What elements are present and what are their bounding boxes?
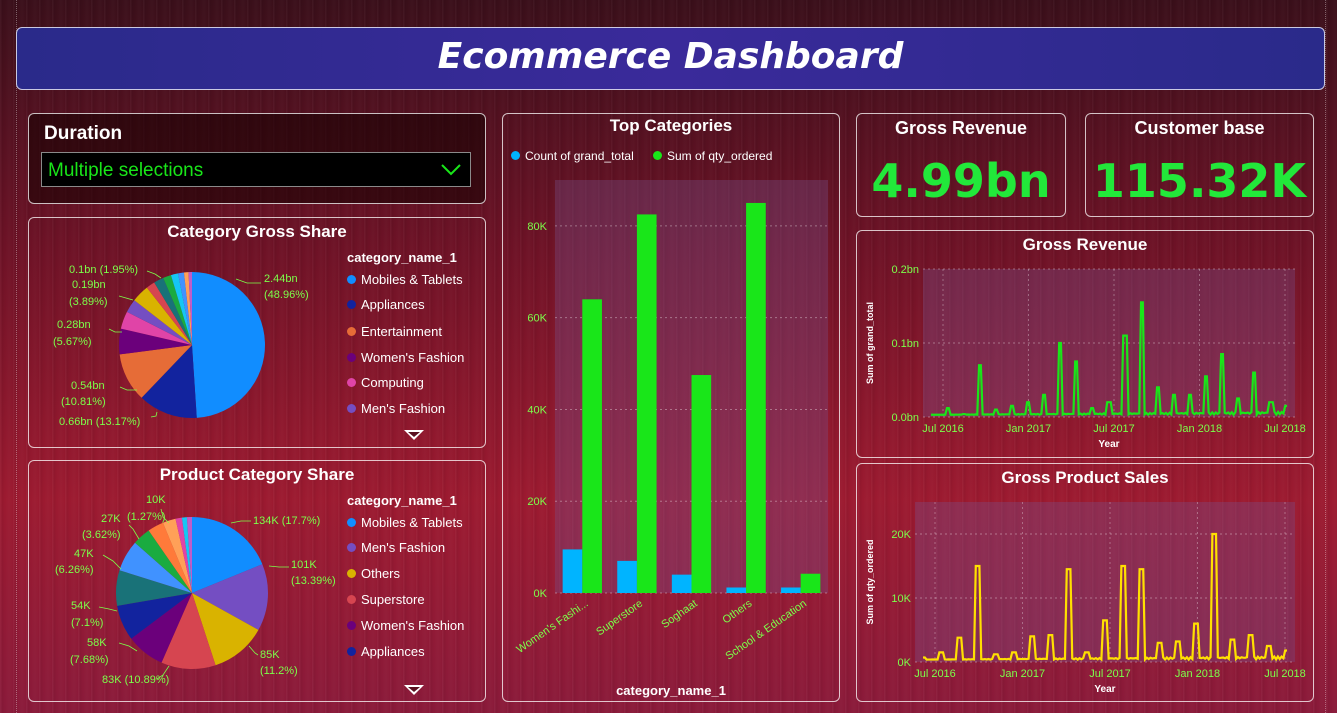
legend-item-computing[interactable]: Computing: [347, 375, 424, 390]
line-y-tick: 0.1bn: [891, 338, 919, 350]
legend2-scroll-down-icon[interactable]: [403, 684, 425, 696]
line-y-axis-label: Sum of grand_total: [865, 302, 875, 384]
bar-sum-qty-ordered[interactable]: [746, 202, 766, 593]
bar-y-tick: 0K: [534, 588, 548, 600]
bar-count-grand-total[interactable]: [781, 587, 801, 593]
duration-dropdown-value: Multiple selections: [48, 160, 204, 181]
gross-revenue-card-label: Gross Revenue: [894, 118, 1028, 138]
legend2-item-others[interactable]: Others: [347, 566, 400, 581]
gross-revenue-card: Gross Revenue 4.99bn: [856, 113, 1066, 217]
top-categories-panel: Top Categories Count of grand_total Sum …: [502, 113, 840, 702]
bar-y-tick: 80K: [527, 221, 547, 233]
line-x-tick: Jan 2017: [1006, 423, 1051, 435]
line-x-tick: Jul 2017: [1089, 668, 1131, 680]
bar-y-tick: 40K: [527, 404, 547, 416]
legend2-item-mobiles-tablets[interactable]: Mobiles & Tablets: [347, 515, 463, 530]
bar-x-tick: Superstore: [594, 598, 645, 639]
line-x-tick: Jul 2017: [1093, 423, 1135, 435]
line-y-tick: 10K: [891, 593, 911, 605]
bar-y-tick: 60K: [527, 313, 547, 325]
category-gross-share-panel: Category Gross Share 2.44bn (48.96%) 0.6…: [28, 217, 486, 448]
bar-sum-qty-ordered[interactable]: [800, 573, 821, 593]
product-category-share-panel: Product Category Share 134K (17.7%) 101K…: [28, 460, 486, 702]
line-x-axis-label: Year: [1094, 684, 1115, 695]
legend-item-mens-fashion[interactable]: Men's Fashion: [347, 401, 445, 416]
customer-base-card-value: 115.32K: [1092, 154, 1307, 208]
gross-revenue-line-chart: 0.0bn 0.1bn 0.2bn Jul 2016 Jan 2017 Jul 2017 J…: [865, 264, 1306, 450]
legend2-item-appliances[interactable]: Appliances: [347, 644, 425, 659]
top-categories-x-axis-label: category_name_1: [616, 683, 726, 698]
gross-product-sales-panel: Gross Product Sales 0K 10K 20K Jul 2016 Jan …: [856, 463, 1314, 702]
bar-x-tick: Others: [720, 597, 754, 626]
bar-y-tick: 20K: [527, 496, 547, 508]
gross-product-sales-line-chart: 0K 10K 20K Jul 2016 Jan 2017 Jul 2017 Jan 2018…: [865, 502, 1306, 695]
top-categories-title: Top Categories: [609, 116, 733, 135]
line-y-tick: 0K: [898, 657, 912, 669]
gross-product-sales-title: Gross Product Sales: [1001, 468, 1169, 487]
customer-base-card: Customer base 115.32K: [1085, 113, 1314, 217]
bar-x-tick: Soghaat: [659, 598, 699, 631]
legend-sum-qty-ordered[interactable]: Sum of qty_ordered: [653, 149, 772, 163]
legend-item-womens-fashion[interactable]: Women's Fashion: [347, 350, 464, 365]
line-y-axis-label: Sum of qty_ordered: [865, 539, 875, 624]
bar-sum-qty-ordered[interactable]: [691, 375, 712, 593]
bar-sum-qty-ordered[interactable]: [582, 299, 602, 593]
duration-slicer: Duration Multiple selections: [28, 113, 486, 204]
bar-x-tick: Women's Fashi...: [515, 598, 591, 656]
line-x-tick: Jul 2016: [922, 423, 964, 435]
bar-sum-qty-ordered[interactable]: [636, 214, 657, 593]
customer-base-card-label: Customer base: [1134, 118, 1265, 138]
line-y-tick: 20K: [891, 529, 911, 541]
line-x-tick: Jul 2018: [1264, 423, 1306, 435]
chevron-down-icon: [441, 164, 461, 176]
product-category-share-legend-title: category_name_1: [347, 493, 457, 508]
legend2-item-mens-fashion[interactable]: Men's Fashion: [347, 540, 445, 555]
duration-label: Duration: [44, 123, 123, 144]
dashboard-header: Ecommerce Dashboard: [16, 27, 1325, 90]
category-gross-share-legend-title: category_name_1: [347, 250, 457, 265]
gross-revenue-chart-title: Gross Revenue: [1022, 235, 1148, 254]
bar-count-grand-total[interactable]: [617, 560, 637, 593]
legend-scroll-down-icon[interactable]: [403, 429, 425, 441]
page-title: Ecommerce Dashboard: [437, 36, 904, 77]
line-x-axis-label: Year: [1098, 439, 1119, 450]
legend2-item-womens-fashion[interactable]: Women's Fashion: [347, 618, 464, 633]
legend-item-mobiles-tablets[interactable]: Mobiles & Tablets: [347, 272, 463, 287]
top-categories-bar-chart: 0K 20K 40K 60K 80K Women's Fashi... Superstore…: [515, 180, 828, 663]
line-x-tick: Jul 2018: [1264, 668, 1306, 680]
bar-count-grand-total[interactable]: [726, 587, 747, 593]
line-y-tick: 0.2bn: [891, 264, 919, 276]
duration-dropdown[interactable]: Multiple selections: [41, 152, 471, 187]
legend-item-entertainment[interactable]: Entertainment: [347, 324, 442, 339]
bar-count-grand-total[interactable]: [562, 549, 583, 593]
gross-revenue-chart-panel: Gross Revenue 0.0bn 0.1bn 0.2bn Jul 2016 Jan…: [856, 230, 1314, 458]
line-x-tick: Jan 2018: [1177, 423, 1222, 435]
line-x-tick: Jan 2017: [1000, 668, 1045, 680]
line-y-tick: 0.0bn: [891, 412, 919, 424]
line-x-tick: Jul 2016: [914, 668, 956, 680]
legend-count-grand-total[interactable]: Count of grand_total: [511, 149, 634, 163]
bar-count-grand-total[interactable]: [671, 574, 692, 593]
legend-item-appliances[interactable]: Appliances: [347, 297, 425, 312]
line-x-tick: Jan 2018: [1175, 668, 1220, 680]
legend2-item-superstore[interactable]: Superstore: [347, 592, 425, 607]
gross-revenue-card-value: 4.99bn: [871, 154, 1051, 208]
